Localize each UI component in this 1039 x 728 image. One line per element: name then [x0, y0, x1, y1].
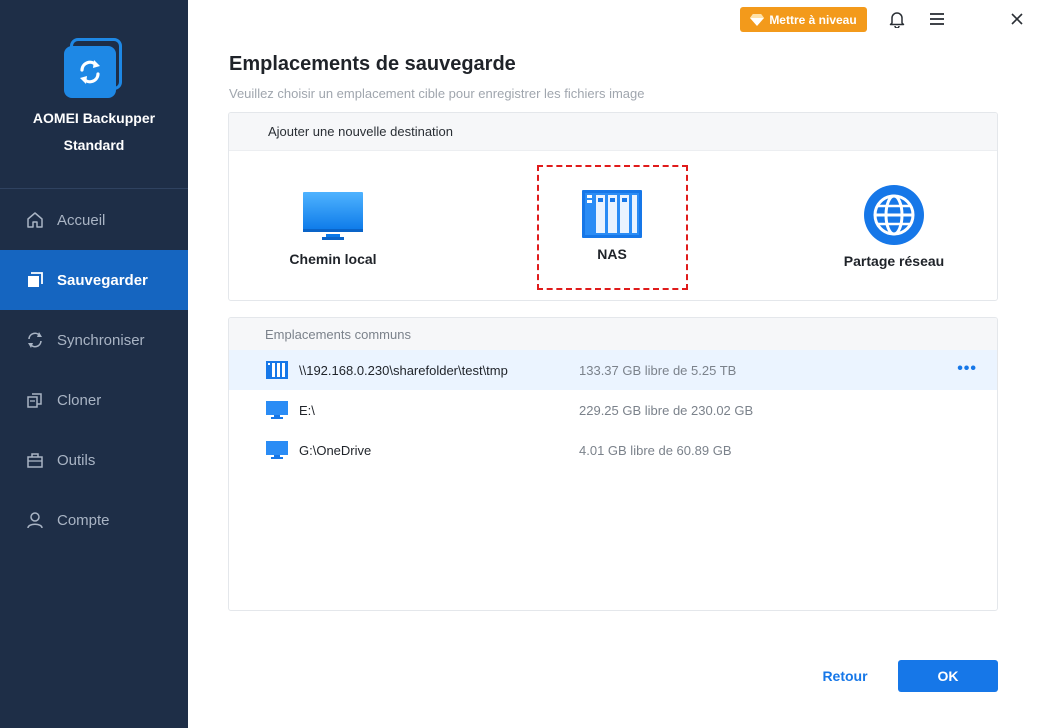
sidebar-nav: Accueil Sauvegarder Synchroniser Cloner …: [0, 190, 188, 550]
diamond-icon: [750, 13, 765, 26]
location-free-space: 133.37 GB libre de 5.25 TB: [579, 363, 737, 378]
location-free-space: 229.25 GB libre de 230.02 GB: [579, 403, 754, 418]
sidebar-item-accueil[interactable]: Accueil: [0, 190, 188, 250]
sidebar-divider: [0, 188, 188, 189]
tools-icon: [25, 450, 45, 470]
monitor-icon: [303, 192, 363, 240]
common-locations-header: Emplacements communs: [229, 318, 997, 350]
page-subtitle: Veuillez choisir un emplacement cible po…: [229, 86, 645, 101]
common-locations-panel: Emplacements communs \\192.168.0.230\sha…: [228, 317, 998, 611]
sync-logo-icon: [80, 60, 100, 84]
sidebar-item-cloner[interactable]: Cloner: [0, 370, 188, 430]
page-title: Emplacements de sauvegarde: [229, 53, 516, 75]
nas-icon: [266, 361, 288, 379]
sidebar-item-label: Sauvegarder: [57, 271, 148, 289]
sidebar-item-synchroniser[interactable]: Synchroniser: [0, 310, 188, 370]
sidebar-item-label: Synchroniser: [57, 331, 145, 349]
monitor-icon: [266, 401, 288, 419]
location-path: \\192.168.0.230\sharefolder\test\tmp: [299, 363, 508, 378]
sidebar-item-label: Cloner: [57, 391, 102, 409]
sidebar-item-label: Accueil: [57, 211, 106, 229]
backup-icon: [25, 270, 45, 290]
destination-label: Partage réseau: [843, 253, 945, 269]
account-icon: [25, 510, 45, 530]
globe-icon: [864, 185, 924, 245]
sidebar: AOMEI Backupper Standard Accueil Sauvega…: [0, 0, 188, 728]
nas-icon: [582, 190, 642, 238]
add-destination-panel: Ajouter une nouvelle destination Chemin …: [228, 112, 998, 301]
app-logo: [62, 38, 126, 102]
sidebar-item-label: Compte: [57, 511, 110, 529]
home-icon: [25, 210, 45, 230]
location-row[interactable]: \\192.168.0.230\sharefolder\test\tmp 133…: [229, 350, 997, 390]
menu-icon[interactable]: [927, 9, 947, 29]
location-row[interactable]: E:\ 229.25 GB libre de 230.02 GB: [229, 390, 997, 430]
sidebar-item-outils[interactable]: Outils: [0, 430, 188, 490]
sidebar-item-sauvegarder[interactable]: Sauvegarder: [0, 250, 188, 310]
sidebar-item-compte[interactable]: Compte: [0, 490, 188, 550]
ok-button[interactable]: OK: [898, 660, 998, 692]
add-destination-header: Ajouter une nouvelle destination: [229, 113, 997, 151]
clone-icon: [25, 390, 45, 410]
destination-local-path[interactable]: Chemin local: [283, 191, 383, 267]
close-icon[interactable]: [1007, 9, 1027, 29]
monitor-icon: [266, 441, 288, 459]
upgrade-button[interactable]: Mettre à niveau: [740, 7, 867, 32]
location-path: G:\OneDrive: [299, 443, 372, 458]
upgrade-label: Mettre à niveau: [769, 12, 857, 27]
bell-icon[interactable]: [887, 9, 907, 29]
app-name: AOMEI Backupper: [32, 110, 156, 126]
sync-icon: [25, 330, 45, 350]
app-edition: Standard: [63, 137, 125, 153]
sidebar-item-label: Outils: [57, 451, 96, 469]
destination-network-share[interactable]: Partage réseau: [829, 185, 959, 269]
destination-nas[interactable]: NAS: [562, 190, 662, 262]
back-button[interactable]: Retour: [810, 668, 880, 686]
location-free-space: 4.01 GB libre de 60.89 GB: [579, 443, 732, 458]
destination-label: Chemin local: [289, 251, 377, 267]
destination-label: NAS: [597, 246, 627, 262]
more-options-icon[interactable]: •••: [957, 360, 977, 378]
location-path: E:\: [299, 403, 315, 418]
location-row[interactable]: G:\OneDrive 4.01 GB libre de 60.89 GB: [229, 430, 997, 470]
